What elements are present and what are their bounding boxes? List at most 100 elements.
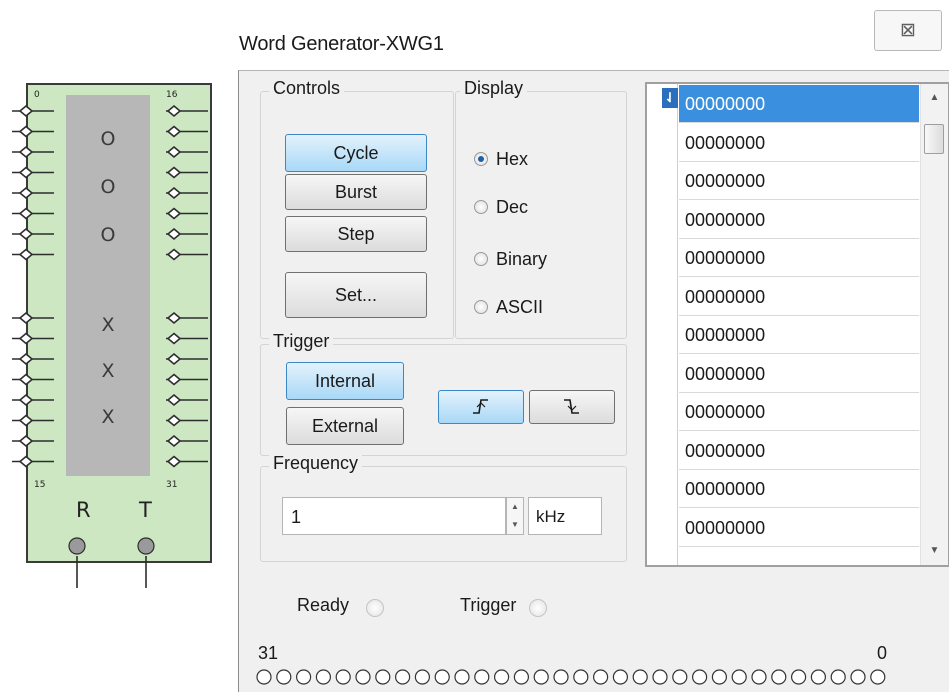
window-title: Word Generator-XWG1 — [239, 33, 444, 55]
bit-indicator — [790, 669, 807, 685]
word-list[interactable]: ⇃ 00000000 00000000 00000000 00000000 000000… — [645, 82, 949, 567]
pin-connector-icon — [18, 373, 34, 386]
scroll-down-icon[interactable]: ▼ — [921, 541, 948, 561]
trigger-terminal-pin[interactable] — [137, 537, 155, 555]
trigger-indicator — [529, 599, 547, 617]
pin-connector-icon — [18, 145, 34, 159]
bit-indicator — [731, 669, 747, 685]
bit-indicator — [810, 669, 827, 685]
rising-edge-button[interactable] — [438, 390, 524, 424]
pin-connector-icon — [166, 207, 182, 220]
stepper-down-icon[interactable]: ▼ — [507, 516, 523, 534]
bit-indicator — [553, 669, 569, 685]
word-list-scrollbar[interactable]: ▲ ▼ — [920, 84, 948, 565]
pin-connector-icon — [166, 434, 182, 448]
word-row[interactable]: 00000000 — [679, 470, 919, 508]
display-option-hex[interactable]: Hex — [474, 146, 528, 172]
falling-edge-icon — [564, 399, 579, 414]
word-row[interactable]: 00000000 — [679, 355, 919, 393]
pin-connector-icon — [18, 207, 34, 220]
bit-indicator — [533, 669, 549, 685]
frequency-legend: Frequency — [269, 453, 363, 474]
bit-indicator — [870, 669, 886, 685]
word-row[interactable]: 00000000 — [679, 85, 919, 123]
bit-high-label: 31 — [258, 643, 279, 663]
ready-indicator — [366, 599, 384, 617]
word-row[interactable]: 00000000 — [679, 393, 919, 431]
list-gutter: ⇃ — [647, 84, 678, 565]
step-button[interactable]: Step — [285, 216, 427, 252]
bit-indicator — [652, 669, 668, 685]
word-row[interactable]: 00000000 — [679, 124, 919, 162]
frequency-stepper[interactable]: ▲ ▼ — [506, 497, 524, 535]
bit-indicator — [612, 669, 628, 685]
internal-trigger-button[interactable]: Internal — [286, 362, 404, 400]
cursor-arrow-icon[interactable]: ⇃ — [662, 88, 678, 108]
external-trigger-button[interactable]: External — [286, 407, 404, 445]
bit-indicator — [692, 669, 708, 685]
word-row[interactable]: 00000000 — [679, 239, 919, 277]
falling-edge-button[interactable] — [529, 390, 615, 424]
display-group: Display Hex Dec Binary ASCII — [455, 78, 627, 339]
display-legend: Display — [460, 78, 528, 99]
pin-connector-icon — [166, 332, 182, 345]
frequency-group: Frequency 1 ▲ ▼ kHz — [260, 453, 627, 562]
bit-indicator — [256, 669, 272, 685]
pin-connector-icon — [166, 227, 182, 241]
bit-indicator — [672, 669, 688, 685]
reset-terminal-pin[interactable] — [68, 537, 86, 555]
radio-icon — [474, 152, 488, 166]
pin-connector-icon — [166, 166, 182, 179]
bit-indicator — [395, 669, 411, 685]
pin-connector-icon — [18, 186, 34, 200]
word-row[interactable]: 00000000 — [679, 509, 919, 547]
bit-indicator — [276, 669, 292, 685]
pin-connector-icon — [18, 414, 34, 427]
pin-connector-icon — [166, 455, 182, 468]
pin-connector-icon — [166, 104, 182, 118]
rising-edge-icon — [473, 399, 488, 414]
bit-indicator — [474, 669, 490, 685]
word-generator-symbol: O O O X X X 0 16 15 31 R T — [0, 80, 230, 600]
cycle-button[interactable]: Cycle — [285, 134, 427, 172]
radio-icon — [474, 200, 488, 214]
bit-indicator — [454, 669, 470, 685]
display-option-dec[interactable]: Dec — [474, 194, 528, 220]
pin-connector-icon — [166, 145, 182, 159]
trigger-group: Trigger Internal External — [260, 331, 627, 456]
word-row[interactable]: 00000000 — [679, 278, 919, 316]
word-row[interactable]: 00000000 — [679, 316, 919, 354]
pin-connector-icon — [18, 455, 34, 468]
word-row[interactable]: 00000000 — [679, 162, 919, 200]
bit-indicator — [830, 669, 846, 685]
bit-indicator — [295, 669, 312, 685]
bit-indicator — [850, 669, 866, 685]
close-icon: ⊠ — [900, 20, 916, 41]
bit-indicator — [573, 669, 589, 685]
word-row[interactable]: 00000000 — [679, 201, 919, 239]
scroll-thumb[interactable] — [924, 124, 944, 154]
bit-indicator — [434, 669, 450, 685]
frequency-input[interactable]: 1 — [282, 497, 506, 535]
pin-connector-icon — [18, 125, 34, 138]
stepper-up-icon[interactable]: ▲ — [507, 498, 523, 516]
radio-icon — [474, 252, 488, 266]
pin-connector-icon — [18, 104, 34, 118]
bit-indicator — [494, 669, 510, 685]
pin-connector-icon — [18, 393, 34, 407]
scroll-up-icon[interactable]: ▲ — [921, 88, 948, 108]
set-button[interactable]: Set... — [285, 272, 427, 318]
display-option-ascii[interactable]: ASCII — [474, 294, 543, 320]
word-row[interactable]: 00000000 — [679, 432, 919, 470]
close-button[interactable]: ⊠ — [874, 10, 942, 51]
pin-connector-icon — [166, 414, 182, 427]
burst-button[interactable]: Burst — [285, 174, 427, 210]
pin-connector-icon — [18, 248, 34, 261]
pin-connector-icon — [166, 248, 182, 261]
controls-group: Controls Cycle Burst Step Set... — [260, 78, 454, 339]
bit-indicator — [593, 669, 609, 685]
display-option-binary[interactable]: Binary — [474, 246, 547, 272]
trigger-legend: Trigger — [269, 331, 334, 352]
frequency-unit[interactable]: kHz — [528, 497, 602, 535]
bit-indicator-row — [256, 669, 886, 685]
